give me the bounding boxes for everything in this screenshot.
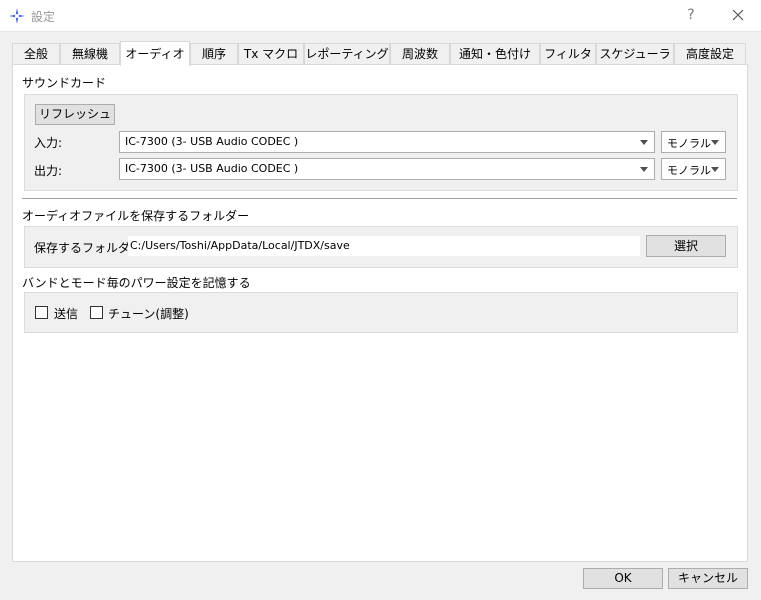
chevron-down-icon xyxy=(711,167,719,172)
tab-general[interactable]: 全般 xyxy=(12,43,60,64)
close-icon xyxy=(732,9,744,21)
tab-tx-macros[interactable]: Tx マクロ xyxy=(238,43,304,64)
tab-reporting[interactable]: レポーティング xyxy=(304,43,390,64)
chevron-down-icon xyxy=(640,140,648,145)
soundcard-section-title: サウンドカード xyxy=(22,76,107,90)
output-channel-value: モノラル xyxy=(667,164,711,177)
app-icon xyxy=(9,8,25,24)
close-button[interactable] xyxy=(723,2,753,28)
save-folder-path: C:/Users/Toshi/AppData/Local/JTDX/save xyxy=(128,236,640,256)
tab-scheduler[interactable]: スケジューラ xyxy=(596,43,674,64)
output-label: 出力: xyxy=(34,164,63,178)
power-section-title: バンドとモード毎のパワー設定を記憶する xyxy=(22,276,251,290)
section-divider xyxy=(22,198,737,200)
audio-folder-section-title: オーディオファイルを保存するフォルダー xyxy=(22,209,250,223)
tune-label: チューン(調整) xyxy=(108,307,189,321)
cancel-button[interactable]: キャンセル xyxy=(668,568,748,589)
input-label: 入力: xyxy=(34,136,63,150)
tab-filters[interactable]: フィルタ xyxy=(540,43,596,64)
input-channel-select[interactable]: モノラル xyxy=(661,131,726,153)
chevron-down-icon xyxy=(640,167,648,172)
title-bar: 設定 ? xyxy=(0,0,761,32)
ok-button[interactable]: OK xyxy=(583,568,663,589)
output-device-value: IC-7300 (3- USB Audio CODEC ) xyxy=(125,162,299,175)
help-button[interactable]: ? xyxy=(676,2,706,28)
tab-audio[interactable]: オーディオ xyxy=(120,41,190,66)
tab-sequence[interactable]: 順序 xyxy=(190,43,238,64)
tab-notifications[interactable]: 通知・色付け xyxy=(450,43,540,64)
select-folder-button[interactable]: 選択 xyxy=(646,235,726,257)
window-title: 設定 xyxy=(31,10,56,24)
input-channel-value: モノラル xyxy=(667,137,711,150)
input-device-select[interactable]: IC-7300 (3- USB Audio CODEC ) xyxy=(119,131,655,153)
tune-checkbox[interactable] xyxy=(90,306,103,319)
chevron-down-icon xyxy=(711,140,719,145)
input-device-value: IC-7300 (3- USB Audio CODEC ) xyxy=(125,135,299,148)
output-device-select[interactable]: IC-7300 (3- USB Audio CODEC ) xyxy=(119,158,655,180)
output-channel-select[interactable]: モノラル xyxy=(661,158,726,180)
transmit-checkbox[interactable] xyxy=(35,306,48,319)
tab-advanced[interactable]: 高度設定 xyxy=(674,43,746,64)
save-folder-path-text: C:/Users/Toshi/AppData/Local/JTDX/save xyxy=(130,239,350,252)
transmit-label: 送信 xyxy=(54,307,79,321)
refresh-button[interactable]: リフレッシュ xyxy=(35,104,115,125)
tab-frequencies[interactable]: 周波数 xyxy=(390,43,450,64)
tab-radio[interactable]: 無線機 xyxy=(60,43,120,64)
